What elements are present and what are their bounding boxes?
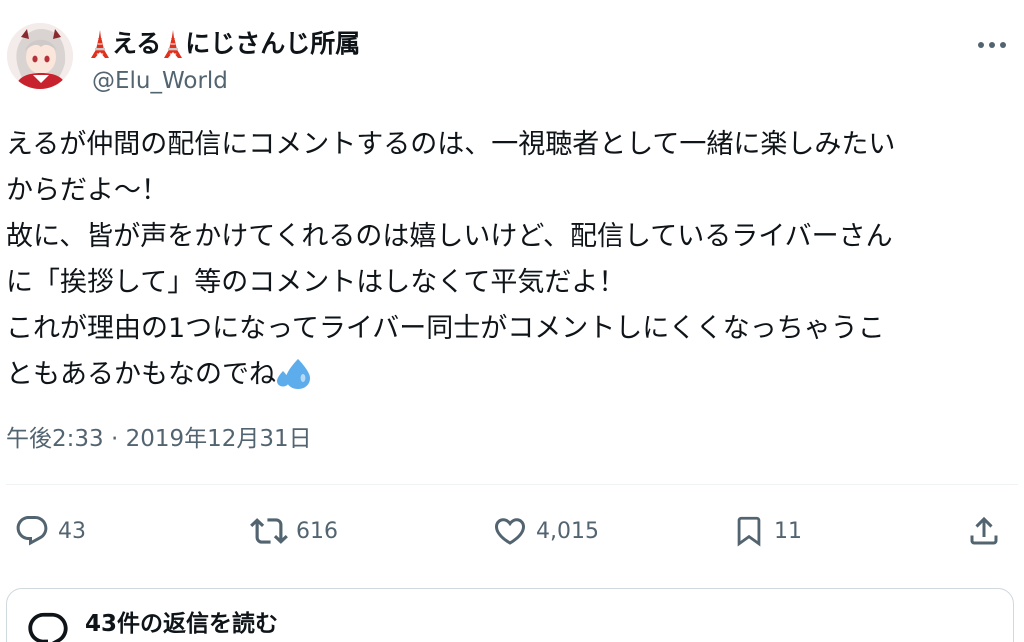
more-button[interactable] xyxy=(974,30,1010,60)
reply-icon xyxy=(28,612,68,642)
avatar[interactable] xyxy=(7,23,73,89)
sweat-droplets-icon xyxy=(276,357,312,391)
tweet-line: これが理由の1つになってライバー同士がコメントしにくくなっちゃうこ xyxy=(6,313,885,344)
author-name[interactable]: える にじさんじ所属 xyxy=(88,28,360,60)
more-icon xyxy=(978,42,1006,48)
tokyo-tower-icon xyxy=(161,29,185,59)
tweet-line: 故に、皆が声をかけてくれるのは嬉しいけど、配信しているライバーさん xyxy=(6,221,893,252)
tweet-timestamp[interactable]: 午後2:33 · 2019年12月31日 xyxy=(6,423,312,455)
bookmark-icon xyxy=(737,516,761,547)
like-count: 4,015 xyxy=(536,518,599,544)
tokyo-tower-icon xyxy=(88,29,112,59)
read-replies-button[interactable]: 43件の返信を読む xyxy=(6,588,1014,642)
tweet-line: ともあるかもなのでね xyxy=(6,359,276,390)
avatar-image xyxy=(7,23,73,89)
like-button[interactable]: 4,015 xyxy=(492,507,599,555)
read-replies-label: 43件の返信を読む xyxy=(85,611,279,637)
action-bar: 43 616 4,015 11 xyxy=(0,507,1024,555)
retweet-button[interactable]: 616 xyxy=(250,507,338,555)
author-name-part1: える xyxy=(112,29,162,58)
tweet-line: からだよ〜！ xyxy=(6,175,168,206)
bookmark-button[interactable]: 11 xyxy=(732,507,802,555)
reply-count: 43 xyxy=(58,518,86,544)
divider xyxy=(6,484,1018,485)
share-button[interactable] xyxy=(966,507,1002,555)
retweet-count: 616 xyxy=(296,518,338,544)
heart-icon xyxy=(494,518,526,545)
tweet: える にじさんじ所属 @Elu_World えるが仲間の配信にコメントするのは、… xyxy=(0,0,1024,642)
share-icon xyxy=(970,516,998,545)
reply-button[interactable]: 43 xyxy=(14,507,86,555)
author-handle[interactable]: @Elu_World xyxy=(92,66,228,96)
author-name-part2: にじさんじ所属 xyxy=(185,29,361,58)
tweet-line: えるが仲間の配信にコメントするのは、一視聴者として一緒に楽しみたい xyxy=(6,129,896,160)
retweet-icon xyxy=(250,518,288,544)
tweet-text: えるが仲間の配信にコメントするのは、一視聴者として一緒に楽しみたい からだよ〜！… xyxy=(6,122,1018,398)
tweet-line: に「挨拶して」等のコメントはしなくて平気だよ！ xyxy=(6,267,626,298)
bookmark-count: 11 xyxy=(774,518,802,544)
reply-icon xyxy=(16,516,48,546)
